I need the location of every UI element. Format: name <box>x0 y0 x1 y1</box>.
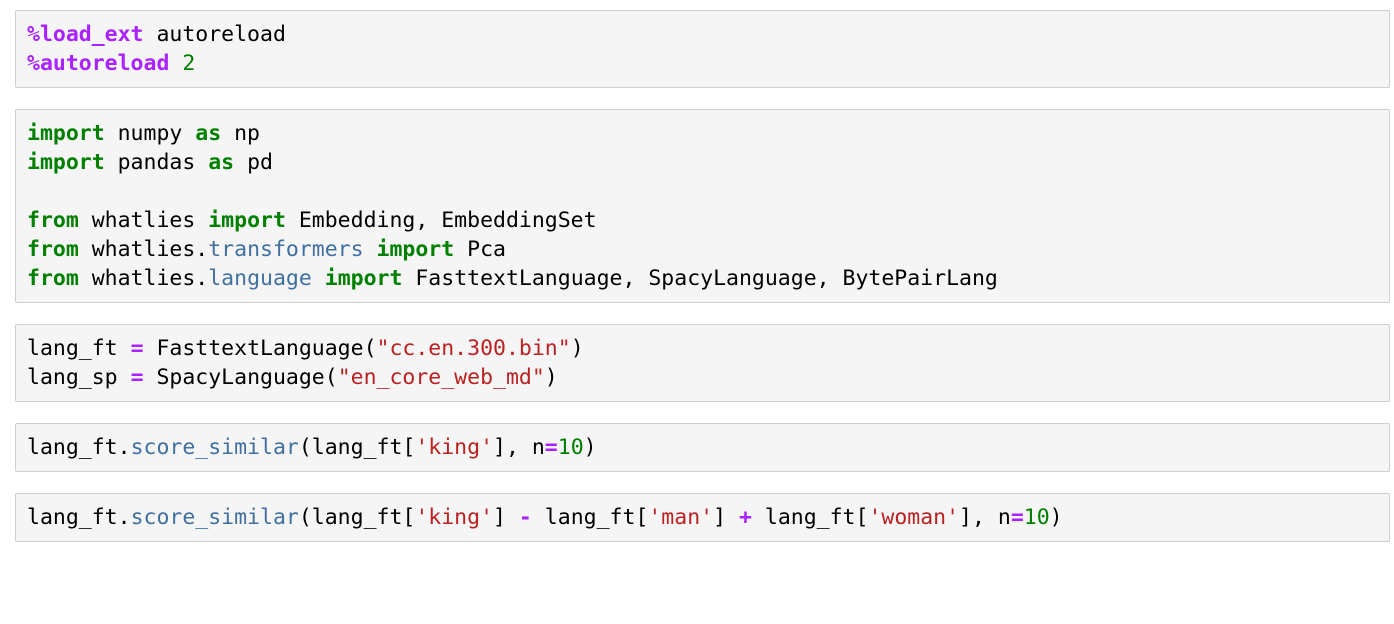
token-plain: ] <box>493 505 519 530</box>
token-operator: + <box>738 505 752 530</box>
token-plain: lang_ft. <box>27 505 131 530</box>
token-module: transformers <box>208 237 364 262</box>
token-number: 10 <box>557 435 584 460</box>
token-plain: whatlies. <box>78 266 209 291</box>
token-plain: pandas <box>104 150 209 175</box>
code-line: lang_ft = FasttextLanguage("cc.en.300.bi… <box>27 334 1389 363</box>
token-plain: whatlies. <box>78 237 209 262</box>
token-plain: ) <box>1049 505 1063 530</box>
token-operator: - <box>518 505 532 530</box>
token-keyword: as <box>208 150 235 175</box>
code-line: import numpy as np <box>27 119 1389 148</box>
token-plain: (lang_ft[ <box>298 505 416 530</box>
score-similar-analogy-cell[interactable]: lang_ft.score_similar(lang_ft['king'] - … <box>15 493 1390 542</box>
token-string: "cc.en.300.bin" <box>376 336 571 361</box>
token-keyword: import <box>27 150 105 175</box>
code-line: lang_ft.score_similar(lang_ft['king'] - … <box>27 503 1389 532</box>
token-plain: Pca <box>454 237 506 262</box>
token-function: score_similar <box>130 505 299 530</box>
token-keyword: from <box>27 208 79 233</box>
token-plain: lang_ft[ <box>531 505 649 530</box>
token-keyword: import <box>376 237 455 262</box>
token-plain: (lang_ft[ <box>298 435 416 460</box>
token-keyword: from <box>27 237 79 262</box>
token-plain: lang_ft <box>27 336 131 361</box>
token-function: score_similar <box>130 435 299 460</box>
code-line: from whatlies import Embedding, Embeddin… <box>27 206 1389 235</box>
token-string: 'woman' <box>868 505 960 530</box>
token-number: 2 <box>182 51 196 76</box>
token-module: language <box>208 266 312 291</box>
code-line: from whatlies.language import FasttextLa… <box>27 264 1389 293</box>
token-operator: = <box>1010 505 1024 530</box>
notebook-container: %load_ext autoreload %autoreload 2 import … <box>0 0 1394 542</box>
token-plain: autoreload <box>143 22 286 47</box>
token-plain: numpy <box>104 121 196 146</box>
code-line: import pandas as pd <box>27 148 1389 177</box>
token-magic: %load_ext <box>27 22 144 47</box>
token-string: 'king' <box>415 435 494 460</box>
token-keyword: import <box>27 121 105 146</box>
score-similar-king-cell[interactable]: lang_ft.score_similar(lang_ft['king'], n… <box>15 423 1390 472</box>
token-plain: FasttextLanguage, SpacyLanguage, BytePai… <box>402 266 998 291</box>
token-number: 10 <box>1023 505 1050 530</box>
code-line: from whatlies.transformers import Pca <box>27 235 1389 264</box>
token-keyword: as <box>195 121 222 146</box>
token-plain: FasttextLanguage( <box>143 336 377 361</box>
token-keyword: from <box>27 266 79 291</box>
token-plain: ] <box>713 505 739 530</box>
token-string: 'king' <box>415 505 494 530</box>
token-operator: = <box>130 365 144 390</box>
token-plain: lang_ft. <box>27 435 131 460</box>
token-plain: pd <box>234 150 273 175</box>
token-keyword: import <box>324 266 403 291</box>
autoreload-magic-cell[interactable]: %load_ext autoreload %autoreload 2 <box>15 10 1390 88</box>
token-keyword: import <box>208 208 286 233</box>
token-plain: lang_ft[ <box>751 505 869 530</box>
code-line: lang_ft.score_similar(lang_ft['king'], n… <box>27 433 1389 462</box>
token-plain: np <box>221 121 261 146</box>
token-plain: ) <box>544 365 558 390</box>
code-line: lang_sp = SpacyLanguage("en_core_web_md"… <box>27 363 1389 392</box>
token-plain: whatlies <box>78 208 209 233</box>
token-operator: = <box>544 435 558 460</box>
language-instantiation-cell[interactable]: lang_ft = FasttextLanguage("cc.en.300.bi… <box>15 324 1390 402</box>
token-plain: SpacyLanguage( <box>143 365 338 390</box>
imports-cell[interactable]: import numpy as np import pandas as pd fro… <box>15 109 1390 303</box>
token-plain: Embedding, EmbeddingSet <box>285 208 597 233</box>
token-plain: ], n <box>493 435 545 460</box>
token-magic: %autoreload <box>27 51 170 76</box>
code-line: %autoreload 2 <box>27 49 1389 78</box>
token-plain: ) <box>583 435 597 460</box>
code-line: %load_ext autoreload <box>27 20 1389 49</box>
token-plain: ], n <box>959 505 1011 530</box>
token-plain: ) <box>570 336 584 361</box>
token-string: 'man' <box>648 505 714 530</box>
token-plain: lang_sp <box>27 365 131 390</box>
token-string: "en_core_web_md" <box>337 365 545 390</box>
token-operator: = <box>130 336 144 361</box>
